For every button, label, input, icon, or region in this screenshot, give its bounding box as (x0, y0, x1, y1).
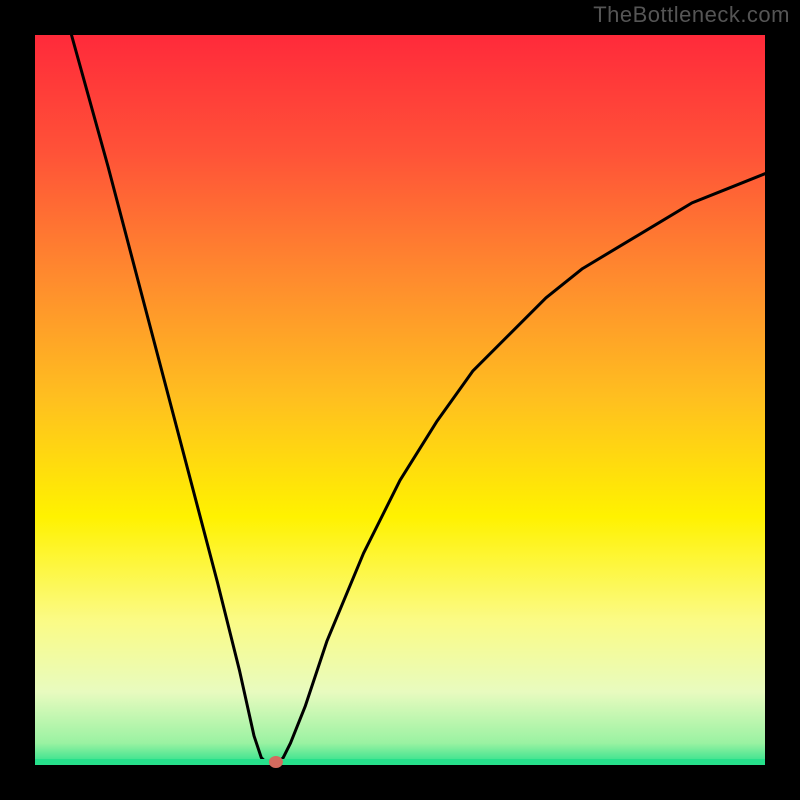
baseline-bar (35, 759, 765, 765)
plot-background (35, 35, 765, 765)
chart-container: TheBottleneck.com (0, 0, 800, 800)
bottleneck-chart (0, 0, 800, 800)
watermark-text: TheBottleneck.com (593, 2, 790, 28)
minimum-marker (269, 756, 283, 768)
